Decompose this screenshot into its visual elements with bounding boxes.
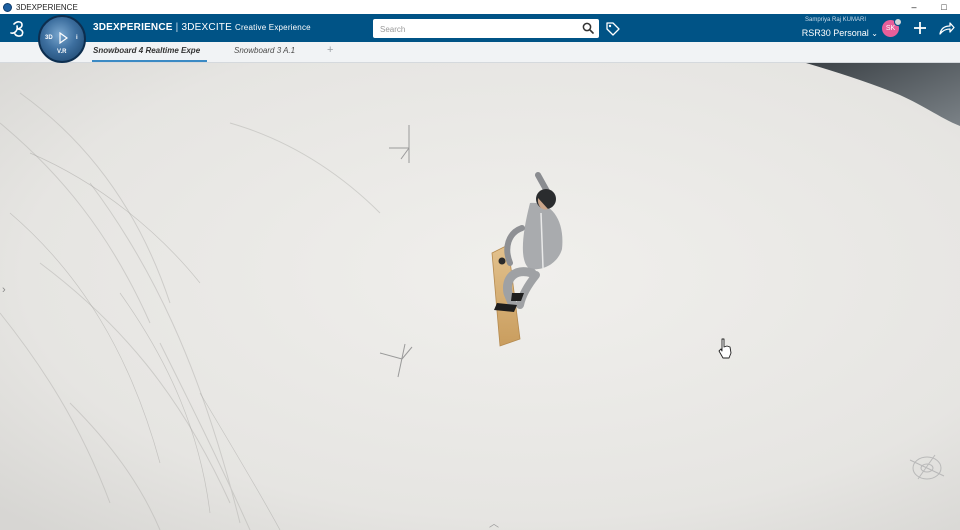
3d-viewport[interactable]: › ︿ — [0, 63, 960, 530]
brand-app: 3DEXCITE — [181, 22, 232, 33]
tag-icon[interactable] — [605, 21, 621, 37]
active-tab-indicator — [92, 60, 207, 62]
tab-snowboard-3[interactable]: Snowboard 3 A.1 — [234, 46, 314, 55]
dassault-logo-icon[interactable] — [8, 18, 30, 38]
search-input[interactable] — [378, 21, 572, 37]
app-brand: 3DEXPERIENCE | 3DEXCITE Creative Experienc… — [93, 22, 311, 33]
share-icon[interactable] — [938, 20, 955, 36]
user-name: Sampriya Raj KUMARI — [804, 17, 866, 23]
status-dot-icon — [894, 18, 902, 26]
left-panel-expand-handle[interactable]: › — [2, 284, 6, 296]
compass-3d-label: 3D — [45, 35, 53, 41]
3dexperience-app-icon — [3, 2, 12, 12]
top-bar: 3DEXPERIENCE | 3DEXCITE Creative Experienc… — [0, 14, 960, 42]
minimize-button[interactable]: – — [900, 0, 928, 14]
compass-widget[interactable]: 3D i V.R — [38, 15, 86, 63]
brand-sub: Creative Experience — [234, 23, 311, 32]
brand-main: 3DEXPERIENCE — [93, 22, 173, 33]
window-title: 3DEXPERIENCE — [16, 2, 78, 12]
tab-snowboard-4[interactable]: Snowboard 4 Realtime Expe — [93, 46, 206, 55]
snow-scene — [0, 63, 960, 530]
search-icon[interactable] — [582, 22, 594, 34]
add-tab-button[interactable]: + — [327, 44, 333, 56]
chevron-down-icon: ⌄ — [871, 29, 878, 38]
play-icon[interactable] — [58, 32, 68, 44]
tab-bar: Snowboard 4 Realtime Expe Snowboard 3 A.… — [0, 42, 960, 63]
add-icon[interactable] — [912, 20, 928, 36]
window-title-bar: 3DEXPERIENCE – □ — [0, 0, 960, 14]
compass-i-label: i — [76, 35, 78, 41]
space-label: RSR30 Personal — [801, 28, 869, 38]
avatar-initials: SK — [885, 25, 896, 32]
compass-vr-label: V.R — [57, 49, 67, 55]
bottom-panel-expand-handle[interactable]: ︿ — [489, 515, 499, 530]
search-box[interactable] — [373, 19, 599, 38]
avatar[interactable]: SK — [882, 18, 902, 37]
collaborative-space-selector[interactable]: RSR30 Personal ⌄ — [780, 28, 878, 38]
restore-button[interactable]: □ — [930, 0, 958, 14]
